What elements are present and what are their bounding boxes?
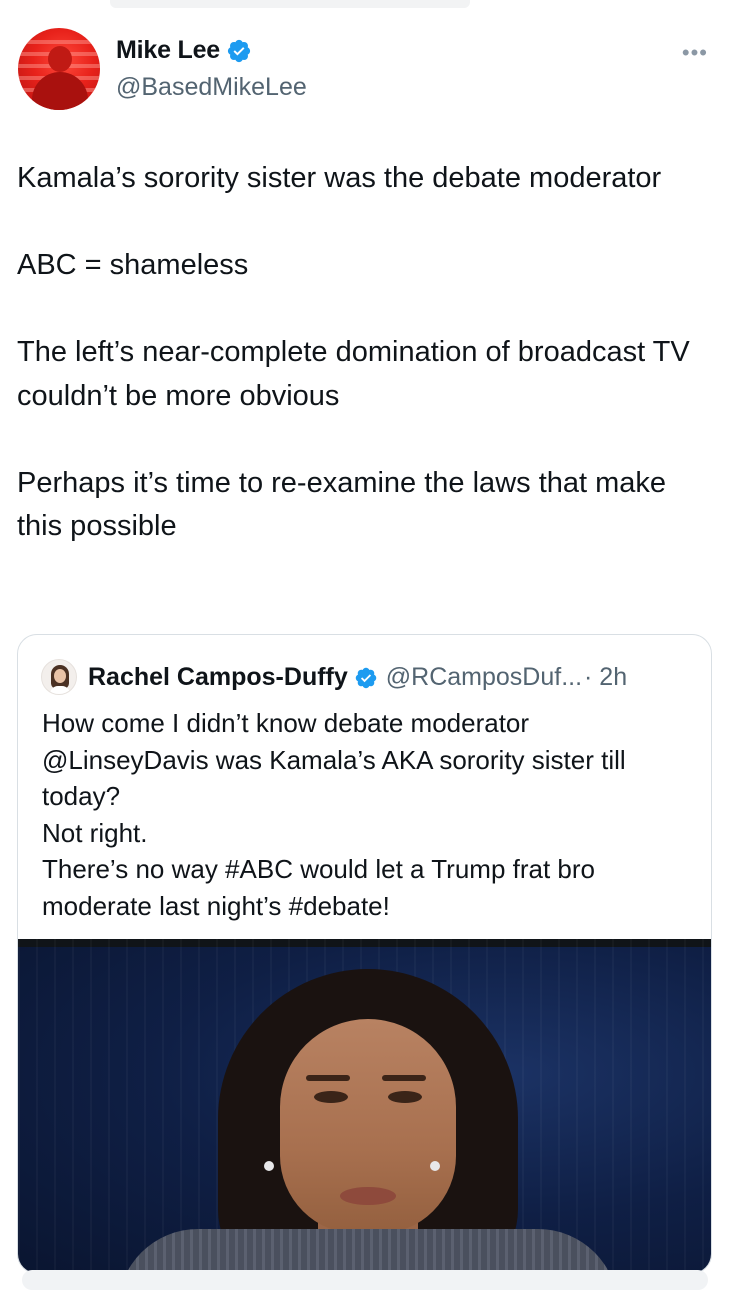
quote-author-handle[interactable]: @RCamposDuf... bbox=[386, 663, 582, 692]
top-status-fade bbox=[110, 0, 470, 8]
author-name[interactable]: Mike Lee bbox=[116, 36, 220, 65]
author-handle[interactable]: @BasedMikeLee bbox=[116, 73, 307, 102]
verified-badge-icon bbox=[226, 38, 252, 64]
author-row: Mike Lee bbox=[116, 36, 252, 65]
quote-author-name[interactable]: Rachel Campos-Duffy bbox=[88, 663, 348, 692]
tweet-text: Kamala’s sorority sister was the debate … bbox=[17, 162, 690, 542]
quote-media-image[interactable] bbox=[18, 939, 711, 1273]
avatar[interactable] bbox=[18, 28, 100, 110]
bottom-bar bbox=[22, 1270, 708, 1290]
verified-badge-icon bbox=[354, 666, 378, 690]
quote-author-row: Rachel Campos-Duffy @RCamposDuf... · 2h bbox=[88, 663, 627, 692]
quote-text: How come I didn’t know debate moderator … bbox=[42, 708, 626, 921]
quote-avatar[interactable] bbox=[41, 659, 77, 695]
more-options-icon[interactable]: ••• bbox=[682, 40, 708, 66]
quote-timestamp[interactable]: · 2h bbox=[584, 663, 627, 692]
quoted-tweet[interactable]: Rachel Campos-Duffy @RCamposDuf... · 2h … bbox=[17, 634, 712, 1274]
